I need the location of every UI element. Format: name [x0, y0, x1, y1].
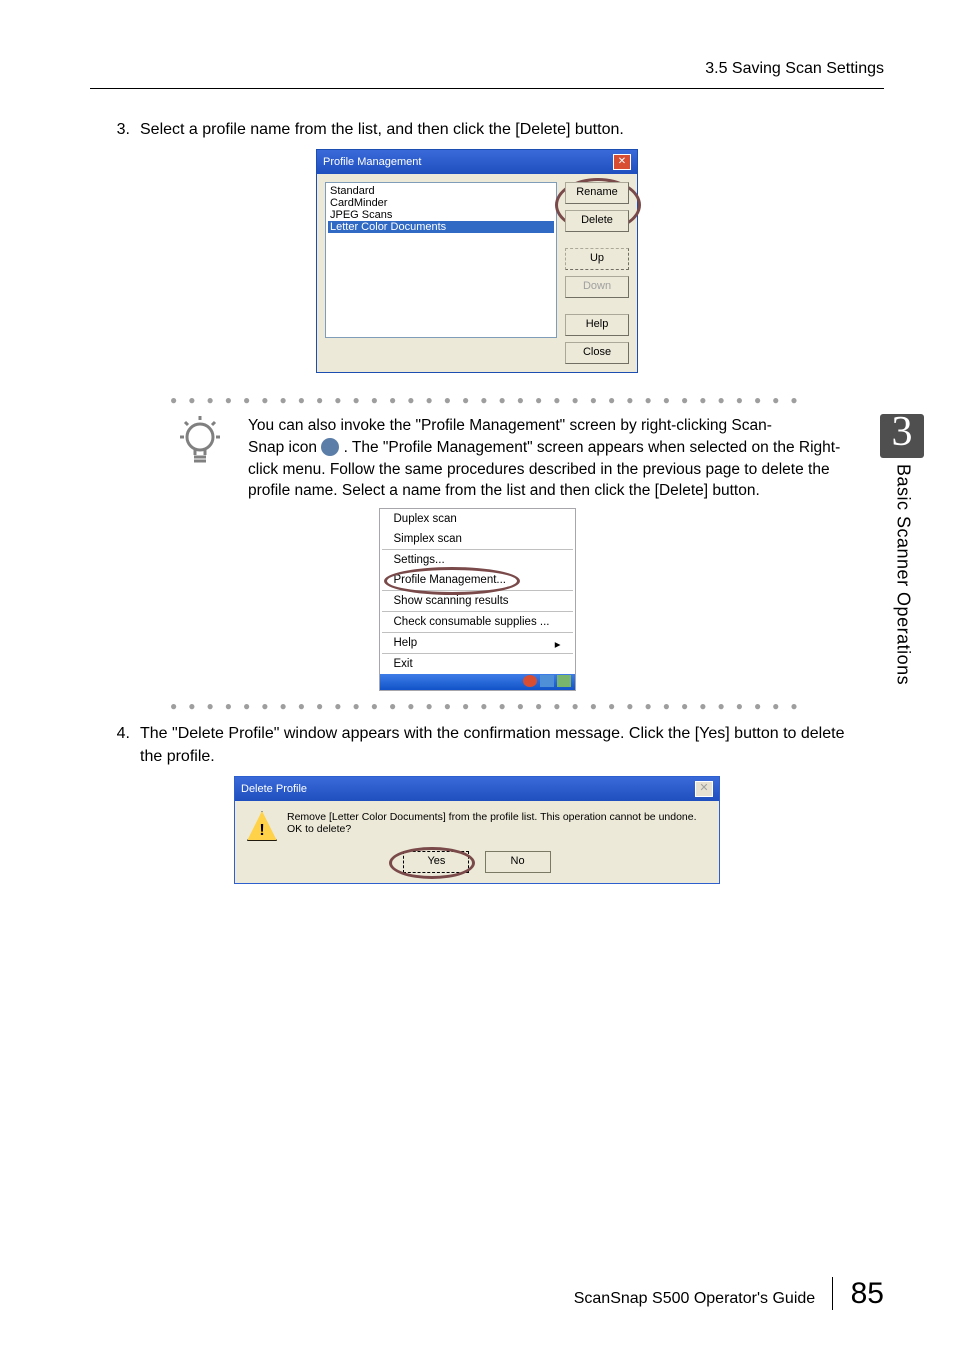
step4-number: 4.	[100, 723, 140, 768]
profile-list[interactable]: Standard CardMinder JPEG Scans Letter Co…	[325, 182, 557, 338]
side-tab: 3 Basic Scanner Operations	[880, 414, 926, 794]
lightbulb-icon	[175, 415, 225, 469]
header-rule	[90, 88, 884, 89]
menu-check-supplies[interactable]: Check consumable supplies ...	[380, 612, 575, 632]
menu-show-results[interactable]: Show scanning results	[380, 591, 575, 611]
step3-number: 3.	[100, 119, 140, 141]
dp-message: Remove [Letter Color Documents] from the…	[287, 811, 707, 835]
list-item-selected[interactable]: Letter Color Documents	[328, 221, 554, 233]
guide-name: ScanSnap S500 Operator's Guide	[574, 1290, 815, 1307]
menu-exit[interactable]: Exit	[380, 654, 575, 674]
step4-text: The "Delete Profile" window appears with…	[140, 723, 854, 768]
list-item[interactable]: JPEG Scans	[328, 209, 554, 221]
delete-profile-dialog: Delete Profile ✕ ! Remove [Letter Color …	[234, 776, 720, 884]
scansnap-tray-icon	[321, 438, 339, 456]
dp-title-text: Delete Profile	[241, 783, 307, 795]
chapter-number: 3	[892, 411, 913, 453]
tip-text: You can also invoke the "Profile Managem…	[248, 415, 854, 502]
page-footer: ScanSnap S500 Operator's Guide 85	[0, 1277, 954, 1311]
close-button[interactable]: Close	[565, 342, 629, 364]
tray-icon	[523, 675, 537, 687]
menu-profile-management[interactable]: Profile Management...	[380, 570, 575, 590]
yes-button[interactable]: Yes	[403, 851, 469, 873]
menu-help[interactable]: Help▸	[380, 633, 575, 653]
chevron-right-icon: ▸	[555, 637, 561, 651]
profile-management-dialog: Profile Management ✕ Standard CardMinder…	[316, 149, 638, 373]
tray-icon	[540, 675, 554, 687]
step3-text: Select a profile name from the list, and…	[140, 119, 854, 141]
up-button[interactable]: Up	[565, 248, 629, 270]
warning-icon: !	[247, 811, 277, 841]
help-button[interactable]: Help	[565, 314, 629, 336]
close-icon[interactable]: ✕	[613, 154, 631, 170]
section-header: 3.5 Saving Scan Settings	[0, 0, 954, 88]
page-number: 85	[832, 1277, 884, 1310]
close-icon[interactable]: ✕	[695, 781, 713, 797]
list-item[interactable]: CardMinder	[328, 197, 554, 209]
chapter-title: Basic Scanner Operations	[893, 464, 914, 685]
pm-title-text: Profile Management	[323, 156, 421, 168]
no-button[interactable]: No	[485, 851, 551, 873]
tray-icon	[557, 675, 571, 687]
chapter-number-box: 3	[880, 414, 924, 458]
dot-divider: ●●●●●●●●●●●●●●●●●●●●●●●●●●●●●●●●●●●	[100, 699, 854, 713]
menu-settings[interactable]: Settings...	[380, 550, 575, 570]
rename-button[interactable]: Rename	[565, 182, 629, 204]
menu-duplex[interactable]: Duplex scan	[380, 509, 575, 529]
delete-button[interactable]: Delete	[565, 210, 629, 232]
system-tray	[380, 674, 575, 690]
down-button: Down	[565, 276, 629, 298]
context-menu: Duplex scan Simplex scan Settings... Pro…	[379, 508, 576, 691]
menu-simplex[interactable]: Simplex scan	[380, 529, 575, 549]
list-item[interactable]: Standard	[328, 185, 554, 197]
dot-divider: ●●●●●●●●●●●●●●●●●●●●●●●●●●●●●●●●●●●	[100, 393, 854, 407]
